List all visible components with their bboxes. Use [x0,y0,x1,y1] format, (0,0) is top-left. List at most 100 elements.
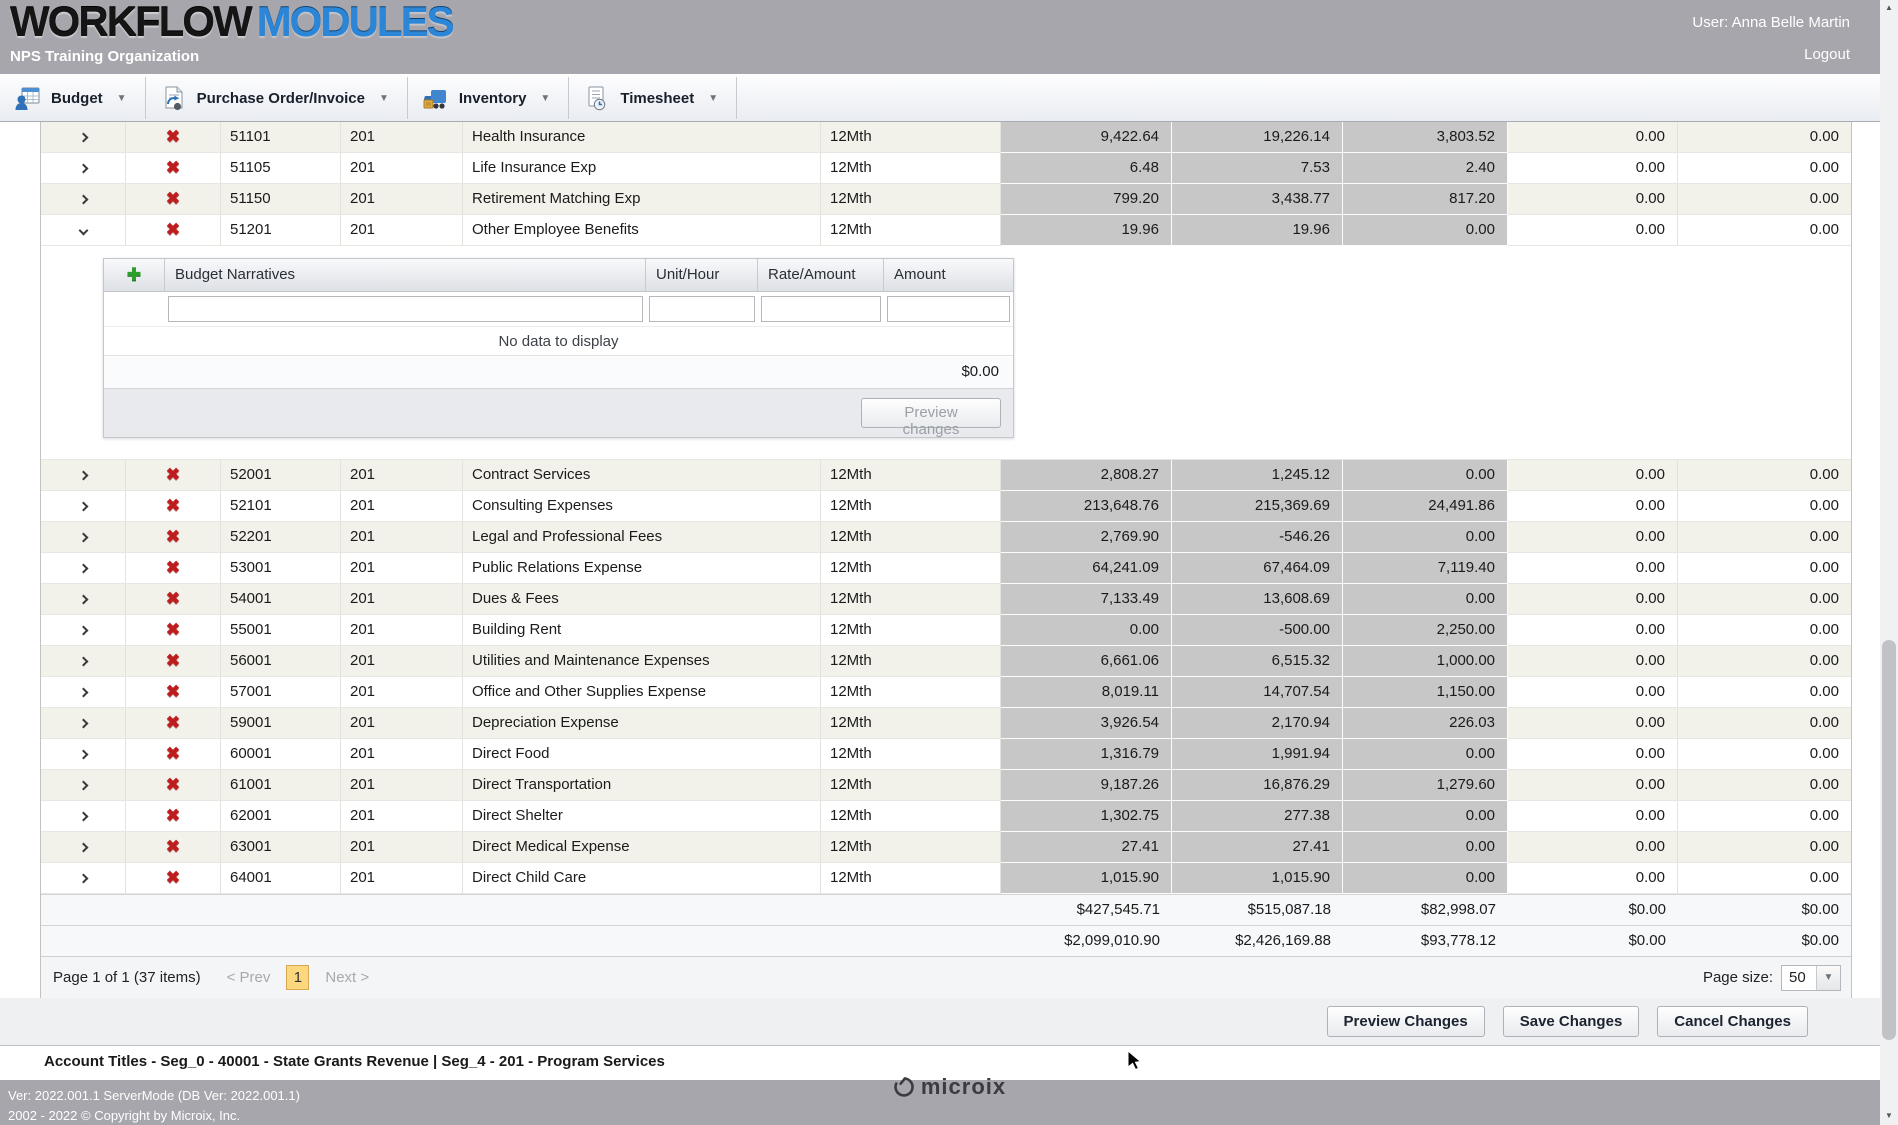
expand-row-chevron-icon[interactable] [78,595,88,605]
expand-row-chevron-icon[interactable] [78,626,88,636]
delete-row-icon[interactable]: ✖ [166,620,180,639]
nav-item-timesheet[interactable]: Timesheet ▼ [569,75,736,121]
expand-row-chevron-icon[interactable] [78,874,88,884]
account-cell: 63001 [221,832,341,863]
scroll-down-icon[interactable]: ▼ [1880,1108,1898,1125]
logout-link[interactable]: Logout [1804,46,1850,63]
expand-row-chevron-icon[interactable] [78,533,88,543]
page-size-select[interactable]: 50 ▼ [1781,965,1841,991]
grand-total-row-cell [126,926,221,956]
expand-row-chevron-icon[interactable] [78,471,88,481]
table-row: ✖56001201Utilities and Maintenance Expen… [41,646,1851,677]
nav-item-budget[interactable]: Budget ▼ [0,75,145,121]
add-narrative-plus-icon[interactable]: ✚ [127,265,141,284]
delete-row-icon[interactable]: ✖ [166,527,180,546]
scrollbar-thumb[interactable] [1882,640,1896,1040]
expand-row-chevron-icon[interactable] [78,195,88,205]
account-cell: 51150 [221,184,341,215]
page-size-label: Page size: [1703,969,1773,986]
request-amount-cell: 0.00 [1508,615,1678,646]
delete-row-icon[interactable]: ✖ [166,651,180,670]
unit-hour-input[interactable] [649,296,755,322]
delete-row-icon[interactable]: ✖ [166,682,180,701]
months-cell: 12Mth [821,553,1001,584]
actual-amount-cell: 1,316.79 [1001,739,1172,770]
variance-amount-cell: 0.00 [1343,832,1508,863]
subtotal-row-cell [221,895,341,925]
description-cell: Legal and Professional Fees [463,522,821,553]
delete-row-icon[interactable]: ✖ [166,189,180,208]
actual-amount-cell: 3,926.54 [1001,708,1172,739]
cancel-changes-button[interactable]: Cancel Changes [1657,1006,1808,1037]
actual-amount-cell: 213,648.76 [1001,491,1172,522]
preview-changes-inline-button[interactable]: Preview changes [861,398,1001,428]
variance-amount-cell: 1,150.00 [1343,677,1508,708]
delete-row-icon[interactable]: ✖ [166,744,180,763]
expand-cell [41,491,126,522]
budget-amount-cell: 13,608.69 [1172,584,1343,615]
rate-amount-input[interactable] [761,296,881,322]
grand-total-row-cell: $0.00 [1678,926,1851,956]
account-cell: 52001 [221,460,341,491]
delete-row-icon[interactable]: ✖ [166,589,180,608]
expand-row-chevron-icon[interactable] [78,781,88,791]
logo-workflow-text: WORKFLOW [10,0,251,45]
delete-row-icon[interactable]: ✖ [166,868,180,887]
expand-row-chevron-icon[interactable] [78,133,88,143]
expand-row-chevron-icon[interactable] [78,164,88,174]
expand-cell [41,184,126,215]
expand-row-chevron-icon[interactable] [78,502,88,512]
actual-amount-cell: 1,015.90 [1001,863,1172,894]
delete-row-icon[interactable]: ✖ [166,775,180,794]
delete-row-icon[interactable]: ✖ [166,558,180,577]
account-cell: 52201 [221,522,341,553]
preview-changes-button[interactable]: Preview Changes [1327,1006,1485,1037]
vertical-scrollbar[interactable]: ▲ ▼ [1880,0,1898,1125]
approved-amount-cell: 0.00 [1678,153,1851,184]
description-cell: Direct Child Care [463,863,821,894]
next-page-button[interactable]: Next > [325,969,369,986]
scroll-up-icon[interactable]: ▲ [1880,0,1898,17]
subtotal-row: $427,545.71$515,087.18$82,998.07$0.00$0.… [41,894,1851,925]
delete-row-icon[interactable]: ✖ [166,806,180,825]
request-amount-cell: 0.00 [1508,122,1678,153]
nav-item-inventory[interactable]: Inventory ▼ [408,75,568,121]
variance-amount-cell: 2,250.00 [1343,615,1508,646]
account-cell: 55001 [221,615,341,646]
delete-row-icon[interactable]: ✖ [166,127,180,146]
narrative-text-input[interactable] [168,296,643,322]
description-cell: Public Relations Expense [463,553,821,584]
delete-row-icon[interactable]: ✖ [166,465,180,484]
narratives-total-row: $0.00 [104,356,1013,388]
delete-row-icon[interactable]: ✖ [166,713,180,732]
narratives-header-row: ✚ Budget Narratives Unit/Hour Rate/Amoun… [104,259,1013,292]
expand-row-chevron-icon[interactable] [78,750,88,760]
save-changes-button[interactable]: Save Changes [1503,1006,1640,1037]
approved-amount-cell: 0.00 [1678,584,1851,615]
delete-row-icon[interactable]: ✖ [166,837,180,856]
delete-row-icon[interactable]: ✖ [166,158,180,177]
delete-row-icon[interactable]: ✖ [166,220,180,239]
expand-row-chevron-icon[interactable] [78,657,88,667]
nav-item-purchase-order-invoice[interactable]: Purchase Order/Invoice ▼ [146,75,407,121]
expand-row-chevron-icon[interactable] [78,843,88,853]
expand-row-chevron-icon[interactable] [78,688,88,698]
collapse-row-chevron-icon[interactable] [78,226,88,236]
table-row: ✖51101201Health Insurance12Mth9,422.6419… [41,122,1851,153]
amount-input[interactable] [887,296,1010,322]
variance-amount-cell: 0.00 [1343,522,1508,553]
prev-page-button[interactable]: < Prev [227,969,271,986]
delete-cell: ✖ [126,677,221,708]
actions-strip: Preview Changes Save Changes Cancel Chan… [0,998,1880,1046]
approved-amount-cell: 0.00 [1678,770,1851,801]
delete-row-icon[interactable]: ✖ [166,496,180,515]
expand-row-chevron-icon[interactable] [78,812,88,822]
description-cell: Direct Medical Expense [463,832,821,863]
approved-amount-cell: 0.00 [1678,677,1851,708]
page-number-button[interactable]: 1 [286,965,309,990]
version-text: Ver: 2022.001.1 ServerMode (DB Ver: 2022… [8,1088,300,1103]
actual-amount-cell: 9,422.64 [1001,122,1172,153]
expand-row-chevron-icon[interactable] [78,719,88,729]
expand-row-chevron-icon[interactable] [78,564,88,574]
logo-modules-text: MODULES [257,0,453,45]
